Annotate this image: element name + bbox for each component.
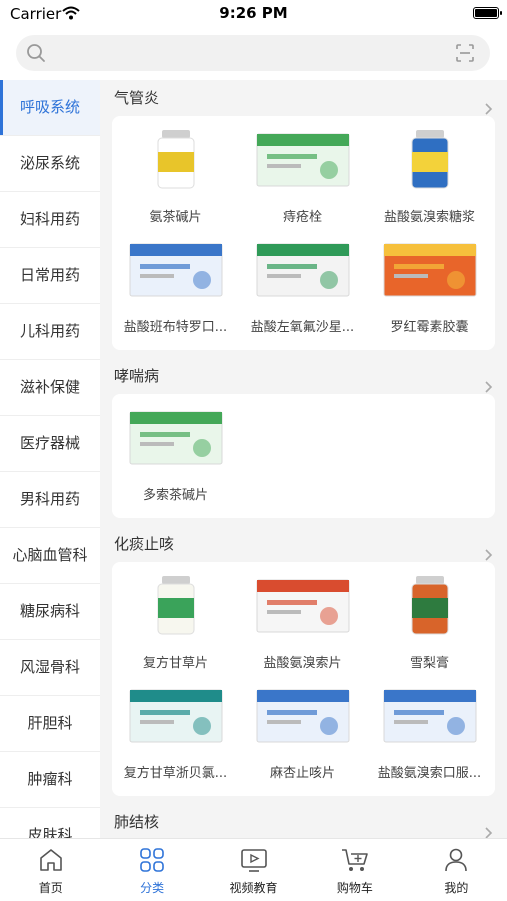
product-item[interactable]: 氨茶碱片 [112,122,239,232]
tab-label: 分类 [140,881,165,895]
product-name: 麻杏止咳片 [269,766,335,781]
search-bar [0,30,507,80]
section-header[interactable]: 哮喘病 [100,358,507,394]
product-name: 复方甘草片 [142,656,208,671]
sidebar-item[interactable]: 风湿骨科 [0,640,100,696]
product-item[interactable]: 复方甘草浙贝氯... [112,678,239,788]
product-name: 盐酸氨溴索口服... [377,766,482,781]
product-list: 气管炎氨茶碱片 痔疮栓 盐酸氨溴索糖浆盐酸班布特罗口... 盐酸左氧氟沙星... 罗红霉… [100,80,507,838]
product-item[interactable]: 麻杏止咳片 [239,678,366,788]
chevron-right-icon [485,538,493,574]
white-bottle-icon [126,128,226,190]
chevron-right-icon [485,92,493,128]
home-icon [0,847,101,877]
product-name: 痔疮栓 [282,210,322,225]
section-title: 哮喘病 [114,367,160,385]
sidebar-item[interactable]: 呼吸系统 [0,80,100,136]
tab-label: 首页 [38,881,63,895]
tab-label: 购物车 [336,881,373,895]
sidebar-item[interactable]: 妇科用药 [0,192,100,248]
product-item[interactable]: 多索茶碱片 [112,400,239,510]
sidebar-item[interactable]: 心脑血管科 [0,528,100,584]
teal-box-icon [126,684,226,746]
product-name: 盐酸班布特罗口... [123,320,228,335]
clock-label: 9:26 PM [219,4,288,22]
sidebar-item[interactable]: 医疗器械 [0,416,100,472]
video-play-icon [203,847,304,877]
section-title: 肺结核 [114,813,160,831]
green-bottle-icon [126,574,226,636]
product-item[interactable]: 复方甘草片 [112,568,239,678]
product-item[interactable]: 罗红霉素胶囊 [366,232,493,342]
green-stripe-box-icon [253,238,353,300]
sidebar-item[interactable]: 泌尿系统 [0,136,100,192]
sidebar-item[interactable]: 肝胆科 [0,696,100,752]
product-name: 雪梨膏 [409,656,449,671]
tab-cart[interactable]: 购物车 [304,839,405,901]
category-grid-icon [101,847,202,877]
product-item[interactable]: 盐酸氨溴索口服... [366,678,493,788]
sidebar-item[interactable]: 滋补保健 [0,360,100,416]
tab-category-grid[interactable]: 分类 [101,839,202,901]
product-name: 盐酸左氧氟沙星... [250,320,355,335]
product-name: 盐酸氨溴索糖浆 [383,210,475,225]
tab-label: 视频教育 [229,881,278,895]
white-box-icon [253,574,353,636]
product-item[interactable]: 盐酸氨溴索片 [239,568,366,678]
product-name: 多索茶碱片 [142,488,208,503]
search-icon [26,43,46,67]
product-card-group: 多索茶碱片 [112,394,495,518]
status-bar: Carrier 9:26 PM [0,0,507,30]
product-item[interactable]: 雪梨膏 [366,568,493,678]
sidebar-item[interactable]: 日常用药 [0,248,100,304]
section-title: 化痰止咳 [114,535,175,553]
sidebar-item[interactable]: 糖尿病科 [0,584,100,640]
product-name: 盐酸氨溴索片 [263,656,342,671]
blue-bottle-icon [380,128,480,190]
sidebar-item[interactable]: 男科用药 [0,472,100,528]
orange-jar-icon [380,574,480,636]
scan-icon[interactable] [456,44,474,66]
product-name: 复方甘草浙贝氯... [123,766,228,781]
profile-icon [406,847,507,877]
blue-box-icon [380,684,480,746]
section-title: 气管炎 [114,89,160,107]
search-input[interactable] [60,35,444,73]
product-item[interactable]: 痔疮栓 [239,122,366,232]
chevron-right-icon [485,816,493,838]
tab-label: 我的 [444,881,469,895]
tab-video-play[interactable]: 视频教育 [203,839,304,901]
section-header[interactable]: 化痰止咳 [100,526,507,562]
orange-box-icon [380,238,480,300]
product-item[interactable]: 盐酸左氧氟沙星... [239,232,366,342]
green-box-icon [126,406,226,468]
product-item[interactable]: 盐酸班布特罗口... [112,232,239,342]
product-card-group: 复方甘草片 盐酸氨溴索片 雪梨膏复方甘草浙贝氯... 麻杏止咳片 盐酸氨溴索口服... [112,562,495,796]
cart-icon [304,847,405,877]
bottom-tab-bar: 首页 分类 视频教育 购物车 我的 [0,838,507,901]
green-box-icon [253,128,353,190]
blue-box-icon [253,684,353,746]
product-card-group: 氨茶碱片 痔疮栓 盐酸氨溴索糖浆盐酸班布特罗口... 盐酸左氧氟沙星... 罗红霉素胶囊 [112,116,495,350]
sidebar-item[interactable]: 儿科用药 [0,304,100,360]
category-sidebar: 呼吸系统 泌尿系统 妇科用药 日常用药 儿科用药 滋补保健 医疗器械 男科用药 心脑血管科 糖尿病… [0,80,100,838]
product-name: 罗红霉素胶囊 [390,320,469,335]
sidebar-item[interactable]: 肿瘤科 [0,752,100,808]
chevron-right-icon [485,370,493,406]
battery-icon [473,7,502,19]
product-name: 氨茶碱片 [149,210,202,225]
tab-home[interactable]: 首页 [0,839,101,901]
section-header[interactable]: 气管炎 [100,80,507,116]
sidebar-item[interactable]: 皮肤科 [0,808,100,838]
tab-profile[interactable]: 我的 [406,839,507,901]
product-item[interactable]: 盐酸氨溴索糖浆 [366,122,493,232]
search-box[interactable] [16,35,490,73]
blue-box-icon [126,238,226,300]
section-header[interactable]: 肺结核 [100,804,507,838]
